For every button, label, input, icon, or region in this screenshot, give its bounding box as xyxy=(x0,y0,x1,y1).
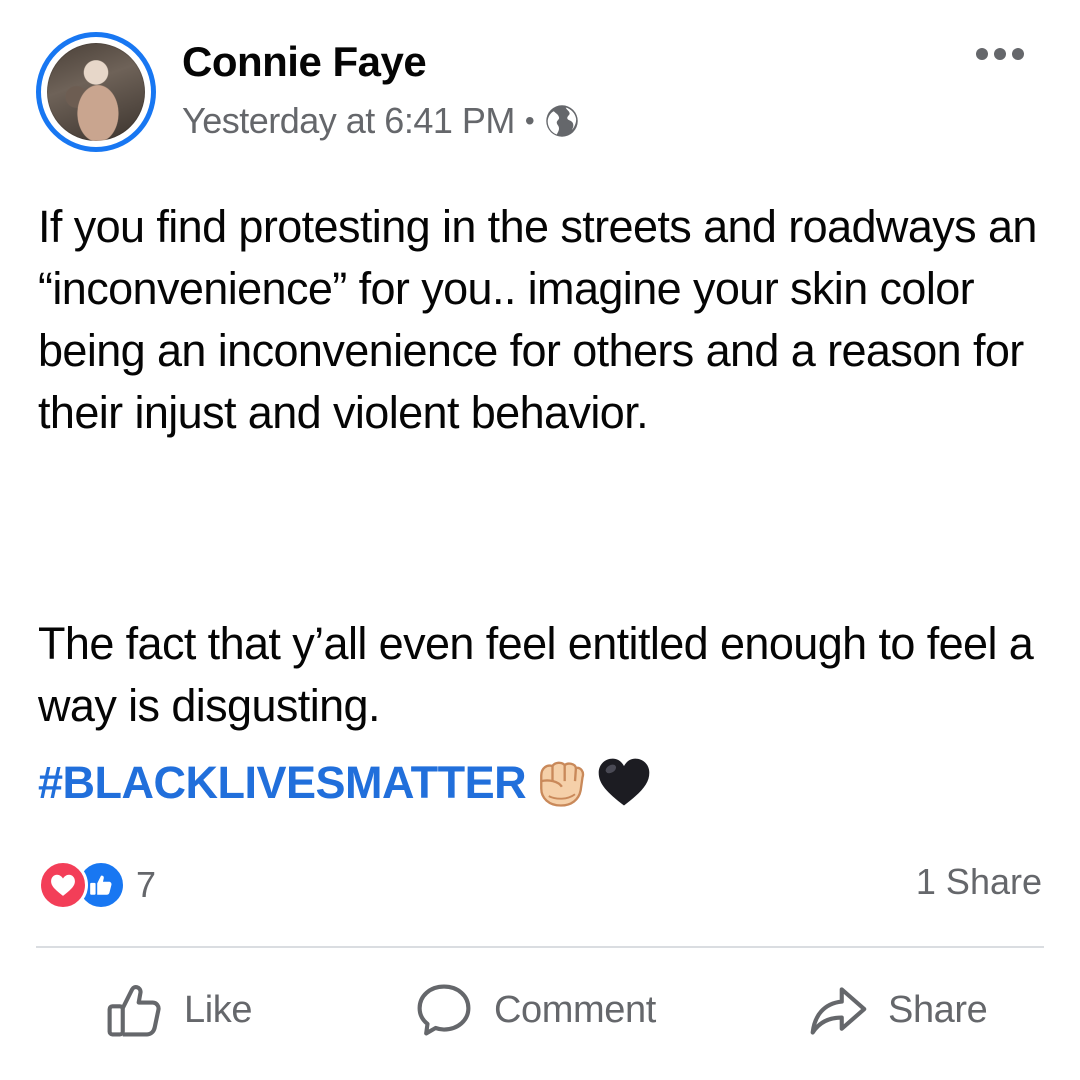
like-button[interactable]: Like xyxy=(104,980,253,1040)
comment-icon xyxy=(417,984,471,1036)
avatar[interactable] xyxy=(36,32,156,152)
hashtag-line: #BLACKLIVESMATTER xyxy=(38,752,654,814)
post-text-paragraph-2: The fact that y’all even feel entitled e… xyxy=(38,618,1034,731)
more-options-icon[interactable] xyxy=(976,44,1024,64)
avatar-photo xyxy=(47,43,145,141)
raised-fist-icon xyxy=(540,761,585,807)
reactions-summary[interactable]: 7 xyxy=(38,860,156,910)
like-label: Like xyxy=(184,988,253,1031)
comment-button[interactable]: Comment xyxy=(414,980,656,1040)
hashtag-link[interactable]: #BLACKLIVESMATTER xyxy=(38,752,527,814)
share-count[interactable]: 1 Share xyxy=(916,860,1042,904)
comment-label: Comment xyxy=(494,988,656,1031)
reaction-count: 7 xyxy=(136,864,157,905)
post-timestamp[interactable]: Yesterday at 6:41 PM xyxy=(182,100,515,142)
black-heart-icon xyxy=(598,758,650,806)
post-text-paragraph-1: If you find protesting in the streets an… xyxy=(38,201,1037,438)
author-name[interactable]: Connie Faye xyxy=(182,38,427,86)
divider xyxy=(36,946,1044,948)
love-icon xyxy=(38,860,88,910)
globe-icon[interactable] xyxy=(544,103,580,139)
share-button[interactable]: Share xyxy=(808,980,988,1040)
share-arrow-icon xyxy=(810,987,867,1035)
post-meta: Yesterday at 6:41 PM • xyxy=(182,100,580,142)
more-dot xyxy=(976,48,988,60)
facebook-post: Connie Faye Yesterday at 6:41 PM • If yo… xyxy=(0,0,1080,1080)
more-dot xyxy=(1012,48,1024,60)
more-dot xyxy=(994,48,1006,60)
share-label: Share xyxy=(888,988,988,1031)
meta-separator: • xyxy=(524,105,535,136)
thumbs-up-icon xyxy=(107,985,161,1037)
